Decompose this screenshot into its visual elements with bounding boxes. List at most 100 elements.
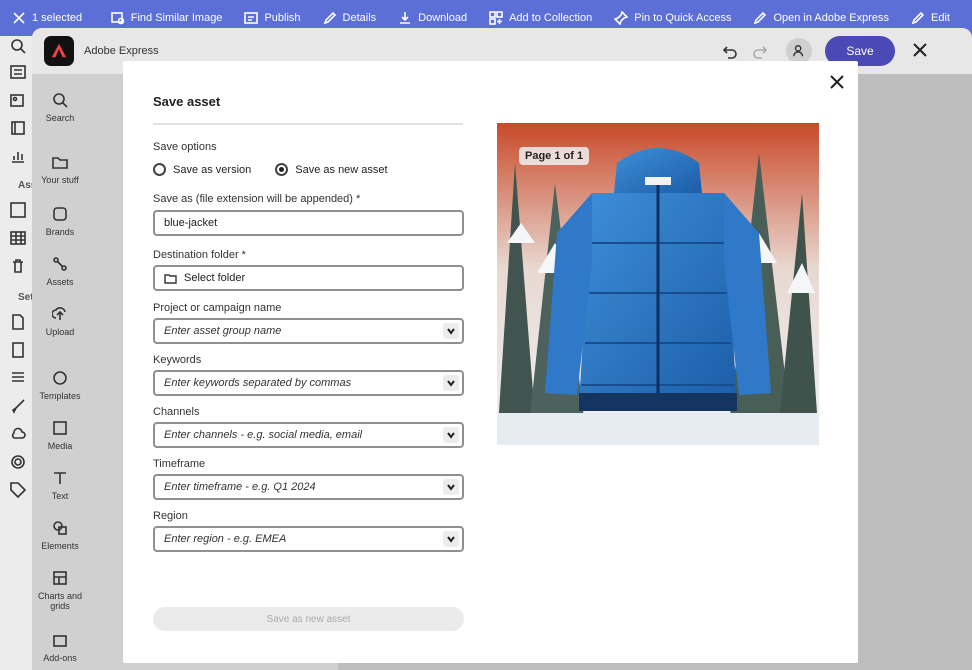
selected-count: 1 selected <box>32 12 83 24</box>
destination-folder-picker[interactable]: Select folder <box>153 265 464 291</box>
undo-icon[interactable] <box>722 43 738 59</box>
save-asset-dialog: Save asset Save options Save as version … <box>123 61 858 663</box>
open-in-express-label: Open in Adobe Express <box>773 12 890 24</box>
chevron-down-icon[interactable] <box>443 323 459 339</box>
pin-quick-access-button[interactable]: Pin to Quick Access <box>614 11 731 25</box>
region-combobox[interactable]: Enter region - e.g. EMEA <box>153 526 464 552</box>
cloud-icon[interactable] <box>10 426 26 442</box>
nav-assets[interactable]: Assets <box>32 256 88 287</box>
close-icon <box>13 12 25 24</box>
nav-elements[interactable]: Elements <box>32 520 88 551</box>
nav-templates[interactable]: Templates <box>32 370 88 401</box>
open-in-express-button[interactable]: Open in Adobe Express <box>753 11 889 25</box>
search-icon <box>53 93 68 108</box>
keywords-combobox[interactable]: Enter keywords separated by commas <box>153 370 464 396</box>
save-as-new-asset-button[interactable]: Save as new asset <box>153 607 464 631</box>
pin-icon <box>614 11 629 25</box>
collection-icon <box>489 11 503 25</box>
brush-icon[interactable] <box>10 398 26 414</box>
asset-preview-image: Page 1 of 1 <box>497 123 819 445</box>
chevron-down-icon[interactable] <box>443 479 459 495</box>
nav-upload[interactable]: Upload <box>32 306 88 337</box>
close-editor-icon[interactable] <box>912 42 928 58</box>
download-icon <box>400 12 411 24</box>
grid-icon[interactable] <box>10 230 26 246</box>
app-title: Adobe Express <box>84 45 159 57</box>
list-icon[interactable] <box>10 370 26 386</box>
nav-add-ons[interactable]: Add-ons <box>32 632 88 663</box>
add-user-icon <box>793 45 804 57</box>
elements-icon <box>53 521 67 535</box>
save-options-label: Save options <box>153 141 217 153</box>
publish-button[interactable]: Publish <box>244 11 301 25</box>
redo-icon[interactable] <box>752 43 768 59</box>
add-to-collection-button[interactable]: Add to Collection <box>489 11 592 25</box>
brand-icon <box>53 207 67 221</box>
close-dialog-icon[interactable] <box>830 75 844 89</box>
search-icon[interactable] <box>10 38 26 54</box>
text-icon <box>54 472 66 484</box>
edit-label: Edit <box>931 12 950 24</box>
document-icon[interactable] <box>10 314 26 330</box>
option-save-as-new[interactable]: Save as new asset <box>275 163 388 176</box>
save-as-label-text: Save as (file extension will be appended… <box>153 193 353 205</box>
chevron-down-icon[interactable] <box>443 375 459 391</box>
assets-icon[interactable] <box>10 202 26 218</box>
book-icon[interactable] <box>10 120 26 136</box>
details-button[interactable]: Details <box>323 11 376 25</box>
nav-search[interactable]: Search <box>32 92 88 123</box>
file-icon[interactable] <box>10 342 26 358</box>
project-placeholder: Enter asset group name <box>164 325 282 337</box>
chart-icon[interactable] <box>10 148 26 164</box>
find-similar-button[interactable]: Find Similar Image <box>110 11 223 25</box>
option-version-label: Save as version <box>173 163 252 176</box>
destination-label: Destination folder * <box>153 249 246 261</box>
option-save-as-version[interactable]: Save as version <box>153 163 251 176</box>
tag-icon[interactable] <box>10 482 27 499</box>
file-name-input[interactable]: blue-jacket <box>153 210 464 236</box>
upload-icon <box>52 307 66 320</box>
save-options-group: Save as version Save as new asset <box>153 163 412 176</box>
title-divider <box>153 123 463 125</box>
save-as-label: Save as (file extension will be appended… <box>153 193 360 205</box>
nav-charts[interactable]: Charts and grids <box>32 570 88 611</box>
adobe-express-logo <box>44 36 74 66</box>
radio-unchecked[interactable] <box>153 163 166 176</box>
selection-indicator[interactable]: 1 selected <box>0 11 107 25</box>
channels-combobox[interactable]: Enter channels - e.g. social media, emai… <box>153 422 464 448</box>
download-button[interactable]: Download <box>398 11 467 25</box>
list-icon[interactable] <box>10 64 26 80</box>
timeframe-placeholder: Enter timeframe - e.g. Q1 2024 <box>164 481 316 493</box>
pencil-icon <box>323 11 336 25</box>
timeframe-combobox[interactable]: Enter timeframe - e.g. Q1 2024 <box>153 474 464 500</box>
chevron-down-icon[interactable] <box>443 427 459 443</box>
page-indicator: Page 1 of 1 <box>519 147 590 165</box>
destination-label-text: Destination folder <box>153 249 239 261</box>
nav-media[interactable]: Media <box>32 420 88 451</box>
keywords-label: Keywords <box>153 354 202 366</box>
required-asterisk: * <box>241 249 246 261</box>
folder-icon <box>52 157 68 169</box>
nav-text[interactable]: Text <box>32 470 88 501</box>
channels-placeholder: Enter channels - e.g. social media, emai… <box>164 429 363 441</box>
region-placeholder: Enter region - e.g. EMEA <box>164 533 287 545</box>
assets-icon <box>53 257 67 271</box>
edit-button[interactable]: Edit <box>911 11 950 25</box>
find-similar-label: Find Similar Image <box>130 12 223 24</box>
charts-icon <box>53 571 67 585</box>
nav-your-stuff[interactable]: Your stuff <box>32 154 88 185</box>
destination-value: Select folder <box>184 272 246 284</box>
gear-icon[interactable] <box>10 454 26 470</box>
project-combobox[interactable]: Enter asset group name <box>153 318 464 344</box>
add-ons-icon <box>53 635 67 647</box>
images-icon[interactable] <box>10 92 26 108</box>
radio-checked[interactable] <box>275 163 289 176</box>
required-asterisk: * <box>356 193 361 205</box>
trash-icon[interactable] <box>10 258 26 274</box>
background-sidebar: Ass Set <box>0 36 36 670</box>
chevron-down-icon[interactable] <box>443 531 459 547</box>
keywords-placeholder: Enter keywords separated by commas <box>164 377 352 389</box>
nav-brands[interactable]: Brands <box>32 206 88 237</box>
file-name-value: blue-jacket <box>164 217 218 229</box>
image-search-icon <box>110 12 125 25</box>
